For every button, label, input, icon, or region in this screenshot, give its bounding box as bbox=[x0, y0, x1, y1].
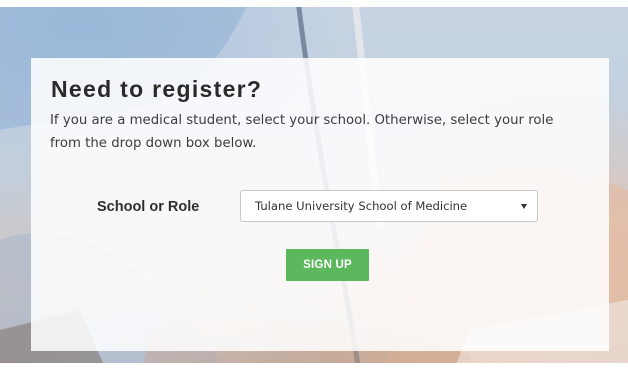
bottom-strip bbox=[0, 363, 628, 379]
page-title: Need to register? bbox=[51, 76, 263, 102]
registration-card: Need to register? If you are a medical s… bbox=[31, 58, 609, 351]
top-strip bbox=[0, 0, 628, 7]
school-or-role-label: School or Role bbox=[97, 199, 200, 215]
sign-up-button[interactable]: SIGN UP bbox=[286, 249, 369, 281]
registration-page: Need to register? If you are a medical s… bbox=[0, 0, 628, 379]
registration-instructions: If you are a medical student, select you… bbox=[50, 113, 554, 151]
school-or-role-select[interactable]: Tulane University School of Medicine bbox=[240, 190, 538, 222]
selected-school: Tulane University School of Medicine bbox=[255, 199, 468, 213]
caret-down-icon bbox=[521, 204, 527, 209]
